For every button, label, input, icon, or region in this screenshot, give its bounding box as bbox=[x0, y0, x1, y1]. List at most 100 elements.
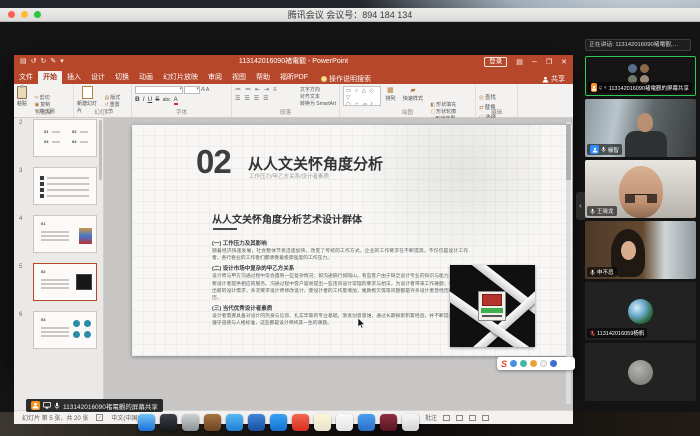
signin-button[interactable]: 登录 bbox=[484, 57, 507, 67]
dock-icon-messages[interactable] bbox=[358, 414, 375, 431]
sidebar-collapse-handle[interactable]: ‹ bbox=[576, 192, 585, 220]
text-direction-button[interactable]: 文字方向 bbox=[300, 87, 336, 93]
paste-button[interactable]: 粘贴 bbox=[17, 86, 27, 107]
tab-文件[interactable]: 文件 bbox=[14, 71, 38, 84]
reading-view-icon[interactable] bbox=[469, 415, 476, 421]
ribbon-options-icon[interactable]: ▤ bbox=[516, 58, 523, 66]
layout-button[interactable]: ▤版式 bbox=[104, 95, 120, 101]
quick-styles-button[interactable]: ▰ 快速样式 bbox=[403, 86, 423, 102]
dock-icon-finder[interactable] bbox=[138, 414, 155, 431]
dock-icon-theater[interactable] bbox=[380, 414, 397, 431]
align-center-icon[interactable]: ☰ bbox=[244, 95, 249, 102]
justify-icon[interactable]: ☰ bbox=[263, 95, 268, 102]
participant-tile[interactable]: 113142016090褚電觀的屏幕共享 bbox=[585, 56, 696, 96]
tab-审阅[interactable]: 审阅 bbox=[203, 71, 227, 84]
bullets-icon[interactable]: ≔ bbox=[235, 86, 241, 93]
undo-icon[interactable]: ↺ bbox=[31, 55, 37, 69]
ime-icon[interactable] bbox=[540, 360, 547, 367]
align-left-icon[interactable]: ☰ bbox=[235, 95, 240, 102]
dock-icon-siri[interactable] bbox=[182, 414, 199, 431]
dock-icon-music[interactable] bbox=[292, 414, 309, 431]
strikethrough-button[interactable]: S bbox=[155, 96, 159, 103]
tab-动画[interactable]: 动画 bbox=[134, 71, 158, 84]
tell-me-search[interactable]: 操作说明搜索 bbox=[321, 74, 371, 84]
ime-icon[interactable] bbox=[530, 360, 537, 367]
slideshow-icon[interactable] bbox=[482, 415, 489, 421]
cut-button[interactable]: ✂剪切 bbox=[34, 95, 54, 101]
save-icon[interactable]: ▤ bbox=[20, 55, 27, 69]
tab-设计[interactable]: 设计 bbox=[86, 71, 110, 84]
underline-button[interactable]: U bbox=[148, 96, 153, 103]
tab-福昕PDF[interactable]: 福昕PDF bbox=[275, 71, 313, 84]
dock-icon-safari[interactable] bbox=[226, 414, 243, 431]
canvas-scrollbar-thumb[interactable] bbox=[566, 124, 571, 180]
font-family-combo[interactable] bbox=[135, 86, 183, 94]
format-painter-icon[interactable]: ✎ bbox=[50, 55, 56, 69]
slide-sorter-icon[interactable] bbox=[456, 415, 463, 421]
dock-icon-mail[interactable] bbox=[248, 414, 265, 431]
find-button[interactable]: ◎查找 bbox=[479, 93, 496, 101]
language-indicator[interactable]: 中文(中国) bbox=[111, 413, 139, 422]
scissors-icon: ✂ bbox=[34, 95, 38, 101]
font-color-button[interactable]: A bbox=[174, 97, 178, 105]
dock-icon-calendar[interactable] bbox=[336, 414, 353, 431]
slide-thumbnail-2[interactable]: 01020304 bbox=[33, 119, 97, 157]
tab-幻灯片放映[interactable]: 幻灯片放映 bbox=[158, 71, 203, 84]
ime-icon[interactable] bbox=[520, 360, 527, 367]
tab-开始[interactable]: 开始 bbox=[38, 71, 62, 84]
char-spacing-button[interactable]: abc bbox=[163, 97, 171, 103]
spellcheck-icon[interactable]: ✓ bbox=[96, 414, 103, 421]
grow-font-icon[interactable]: A bbox=[201, 87, 205, 93]
align-right-icon[interactable]: ☰ bbox=[254, 95, 259, 102]
share-button[interactable]: 共享 bbox=[542, 74, 565, 84]
dock-icon-photos[interactable] bbox=[402, 414, 419, 431]
arrange-button[interactable]: ▦ 排列 bbox=[385, 86, 395, 102]
smartart-button[interactable]: 转换为 SmartArt bbox=[300, 101, 336, 107]
normal-view-icon[interactable] bbox=[443, 415, 450, 421]
slide-thumbnail-4[interactable]: 01 bbox=[33, 215, 97, 253]
dock-icon-app-dark[interactable] bbox=[160, 414, 177, 431]
dock-icon-books[interactable] bbox=[204, 414, 221, 431]
shape-fill-button[interactable]: ◧形状填充 bbox=[430, 102, 456, 108]
dock-icon-notes[interactable] bbox=[314, 414, 331, 431]
ime-icon[interactable] bbox=[510, 360, 517, 367]
thumbnail-scrollbar[interactable] bbox=[99, 120, 102, 180]
shapes-gallery[interactable]: ▭ ○ △ ◇ ▽ ⬡ ☆ ⇨ { } bbox=[343, 86, 381, 106]
screen-share-pill[interactable]: 113142016090褚電觀的屏幕共享 bbox=[26, 399, 163, 412]
numbering-icon[interactable]: ≕ bbox=[245, 86, 251, 93]
minimize-icon[interactable]: ─ bbox=[532, 59, 537, 66]
participant-tile[interactable]: 椽智 bbox=[585, 99, 696, 157]
close-icon[interactable]: ✕ bbox=[561, 58, 567, 66]
restore-icon[interactable]: ❐ bbox=[546, 58, 552, 66]
shrink-font-icon[interactable]: A bbox=[206, 87, 209, 93]
reset-button[interactable]: ↺重置 bbox=[104, 102, 120, 108]
font-size-combo[interactable] bbox=[184, 86, 200, 94]
slide-thumbnail-5[interactable]: 02 bbox=[33, 263, 97, 301]
copy-button[interactable]: ▣复制 bbox=[34, 102, 54, 108]
slide[interactable]: 02 从人文关怀角度分析 工作压力/甲乙方关系/设计者素质 从人文关怀角度分析艺… bbox=[132, 125, 572, 356]
input-method-toolbar[interactable]: S bbox=[497, 357, 575, 370]
slide-thumbnail-6[interactable]: 03 bbox=[33, 311, 97, 349]
tab-插入[interactable]: 插入 bbox=[62, 71, 86, 84]
bold-button[interactable]: B bbox=[135, 96, 140, 103]
redo-icon[interactable]: ↻ bbox=[41, 55, 47, 69]
participant-tile[interactable]: 113142016059杨帆 bbox=[585, 282, 696, 340]
comments-toggle[interactable]: 批注 bbox=[425, 413, 437, 422]
tab-视图[interactable]: 视图 bbox=[227, 71, 251, 84]
participant-tile[interactable]: 申不忌 bbox=[585, 221, 696, 279]
tab-切换[interactable]: 切换 bbox=[110, 71, 134, 84]
participant-tile[interactable] bbox=[585, 343, 696, 401]
line-spacing-icon[interactable]: ≡ bbox=[273, 87, 277, 93]
ime-icon[interactable] bbox=[550, 360, 557, 367]
indent-increase-icon[interactable]: ⇥ bbox=[264, 86, 269, 93]
participant-tile[interactable]: 王晓龙 bbox=[585, 160, 696, 218]
indent-decrease-icon[interactable]: ⇤ bbox=[255, 86, 260, 93]
window-controls: 登录 ▤ ─ ❐ ✕ bbox=[484, 57, 567, 67]
sogou-logo-icon[interactable]: S bbox=[501, 359, 507, 369]
slide-thumbnail-3[interactable] bbox=[33, 167, 97, 205]
qat-dropdown-icon[interactable]: ▾ bbox=[60, 55, 64, 69]
italic-button[interactable]: I bbox=[143, 96, 145, 103]
align-text-button[interactable]: 对齐文本 bbox=[300, 94, 336, 100]
dock-icon-app-store[interactable] bbox=[270, 414, 287, 431]
tab-帮助[interactable]: 帮助 bbox=[251, 71, 275, 84]
